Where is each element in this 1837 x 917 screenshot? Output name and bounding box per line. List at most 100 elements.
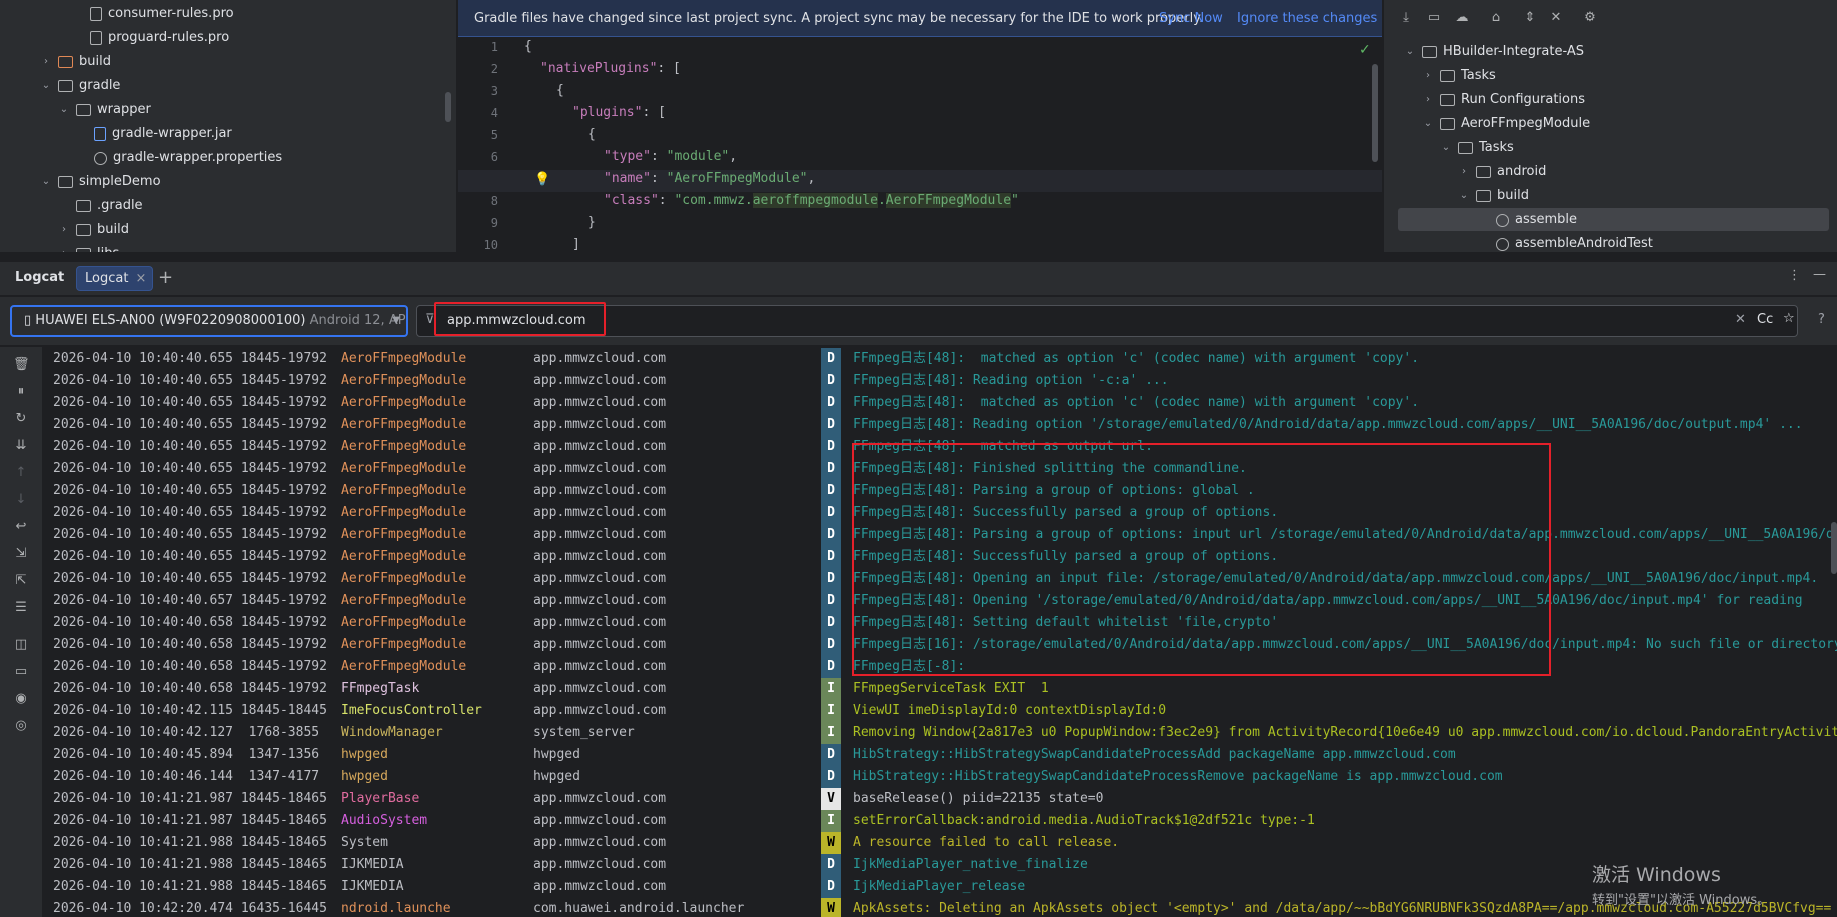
down-arrow-icon[interactable]: ↓ bbox=[13, 492, 29, 508]
lightbulb-icon[interactable]: 💡 bbox=[534, 172, 550, 188]
close-tab-icon[interactable]: × bbox=[136, 267, 147, 290]
log-row[interactable]: 2026-04-10 10:40:40.655 18445-19792 AeroF… bbox=[42, 370, 1832, 392]
tab-logcat[interactable]: Logcat × bbox=[76, 266, 154, 291]
gradle-tree-item[interactable]: ⌄ HBuilder-Integrate-AS bbox=[1404, 40, 1584, 64]
log-row[interactable]: 2026-04-10 10:40:40.655 18445-19792 AeroF… bbox=[42, 392, 1832, 414]
project-tree-item[interactable]: › build bbox=[40, 50, 111, 74]
chevron-down-icon[interactable]: ⌄ bbox=[1404, 40, 1416, 64]
screen-record-icon[interactable]: ◎ bbox=[13, 718, 29, 734]
gear-icon[interactable]: ⚙ bbox=[1582, 10, 1598, 26]
soft-wrap-icon[interactable]: ↩ bbox=[13, 519, 29, 535]
log-row[interactable]: 2026-04-10 10:41:21.987 18445-18465 Audio… bbox=[42, 810, 1832, 832]
gradle-tree-item[interactable]: assemble bbox=[1478, 208, 1577, 232]
add-tab-icon[interactable]: + bbox=[158, 267, 173, 288]
more-options-icon[interactable]: ⋮ bbox=[1788, 268, 1801, 283]
up-arrow-icon[interactable]: ↑ bbox=[13, 465, 29, 481]
import-icon[interactable]: ⇲ bbox=[13, 546, 29, 562]
chevron-right-icon[interactable]: › bbox=[1422, 64, 1434, 88]
log-level-badge: D bbox=[821, 854, 841, 876]
screenshot-icon[interactable]: ◉ bbox=[13, 691, 29, 707]
gradle-tree-item[interactable]: › Tasks bbox=[1422, 64, 1496, 88]
collapse-all-icon[interactable]: ✕ bbox=[1548, 10, 1564, 26]
log-row[interactable]: 2026-04-10 10:41:21.988 18445-18465 IJKME… bbox=[42, 876, 1832, 898]
help-icon[interactable]: ? bbox=[1818, 312, 1825, 327]
minimize-icon[interactable]: — bbox=[1813, 267, 1826, 282]
chevron-right-icon[interactable]: › bbox=[1422, 88, 1434, 112]
expand-all-icon[interactable]: ⇕ bbox=[1522, 10, 1538, 26]
editor-scrollbar[interactable] bbox=[1372, 64, 1378, 162]
project-tree-item[interactable]: › libs bbox=[58, 242, 119, 252]
project-tree-item[interactable]: consumer-rules.pro bbox=[72, 2, 234, 26]
log-level-badge: I bbox=[821, 700, 841, 722]
project-tree-item[interactable]: .gradle bbox=[58, 194, 143, 218]
export-icon[interactable]: ⇱ bbox=[13, 573, 29, 589]
log-row[interactable]: 2026-04-10 10:40:46.144 1347-4177 hwpged h… bbox=[42, 766, 1832, 788]
log-timestamp: 2026-04-10 10:40:40.655 18445-19792 bbox=[53, 417, 327, 432]
log-row[interactable]: 2026-04-10 10:42:20.474 16435-16445 ndroi… bbox=[42, 898, 1832, 917]
filter-highlight-box bbox=[434, 302, 606, 336]
chevron-down-icon[interactable]: ⌄ bbox=[1440, 136, 1452, 160]
log-row[interactable]: 2026-04-10 10:40:45.894 1347-1356 hwpged h… bbox=[42, 744, 1832, 766]
chevron-down-icon[interactable]: ⌄ bbox=[58, 98, 70, 122]
logcat-side-toolbar: 🗑 ⏸ ↻ ⇊ ↑ ↓ ↩ ⇲ ⇱ ☰ ◫ ▭ ◉ ◎ bbox=[0, 347, 42, 917]
project-tree-label: gradle-wrapper.properties bbox=[113, 150, 283, 165]
elephant-icon[interactable]: ⌂ bbox=[1488, 10, 1504, 26]
trash-icon[interactable]: 🗑 bbox=[13, 357, 30, 373]
clear-filter-icon[interactable]: ✕ bbox=[1735, 312, 1746, 327]
chevron-down-icon[interactable]: ⌄ bbox=[1422, 112, 1434, 136]
log-row[interactable]: 2026-04-10 10:40:40.655 18445-19792 AeroF… bbox=[42, 414, 1832, 436]
split-view-icon[interactable]: ◫ bbox=[13, 637, 29, 653]
gradle-tree-label: assemble bbox=[1515, 212, 1578, 227]
restart-icon[interactable]: ↻ bbox=[13, 411, 29, 427]
offline-icon[interactable]: ☁ bbox=[1454, 10, 1470, 26]
project-tree-item[interactable]: gradle-wrapper.jar bbox=[76, 122, 232, 146]
gradle-tree-item[interactable]: assembleAndroidTest bbox=[1478, 232, 1653, 252]
log-scrollbar[interactable] bbox=[1831, 522, 1837, 574]
gradle-tree-item[interactable]: › android bbox=[1458, 160, 1546, 184]
gradle-tree-item[interactable]: ⌄ AeroFFmpegModule bbox=[1422, 112, 1590, 136]
chevron-down-icon[interactable]: ⌄ bbox=[1458, 184, 1470, 208]
log-package: app.mmwzcloud.com bbox=[533, 659, 667, 674]
log-level-badge: W bbox=[821, 898, 841, 917]
project-tree-item[interactable]: gradle-wrapper.properties bbox=[76, 146, 282, 170]
scroll-to-end-icon[interactable]: ⇊ bbox=[13, 438, 29, 454]
project-tree-item[interactable]: › build bbox=[58, 218, 129, 242]
project-tree-item[interactable]: proguard-rules.pro bbox=[72, 26, 229, 50]
log-row[interactable]: 2026-04-10 10:40:40.655 18445-19792 AeroF… bbox=[42, 348, 1832, 370]
download-icon[interactable]: ⤓ bbox=[1398, 10, 1414, 26]
log-row[interactable]: 2026-04-10 10:41:21.987 18445-18465 Playe… bbox=[42, 788, 1832, 810]
log-row[interactable]: 2026-04-10 10:40:40.658 18445-19792 FFmpe… bbox=[42, 678, 1832, 700]
chevron-down-icon[interactable]: ⌄ bbox=[40, 170, 52, 194]
log-package: app.mmwzcloud.com bbox=[533, 593, 667, 608]
device-selector[interactable]: ▯ HUAWEI ELS-AN00 (W9F0220908000100) And… bbox=[10, 305, 408, 337]
window-icon[interactable]: ▭ bbox=[1426, 10, 1442, 26]
log-package: app.mmwzcloud.com bbox=[533, 571, 667, 586]
project-tree-scrollbar[interactable] bbox=[445, 92, 451, 122]
chevron-right-icon[interactable]: › bbox=[58, 242, 70, 252]
pause-icon[interactable]: ⏸ bbox=[13, 384, 29, 400]
log-timestamp: 2026-04-10 10:42:20.474 16435-16445 bbox=[53, 901, 327, 916]
gradle-tree-item[interactable]: ⌄ build bbox=[1458, 184, 1529, 208]
project-tree-item[interactable]: ⌄ gradle bbox=[40, 74, 121, 98]
log-row[interactable]: 2026-04-10 10:41:21.988 18445-18465 Syste… bbox=[42, 832, 1832, 854]
logcat-filter-input[interactable]: ⊽ app.mmwzcloud.com ✕ Cc ☆ bbox=[416, 305, 1798, 337]
gradle-tree-label: build bbox=[1497, 188, 1529, 203]
chevron-right-icon[interactable]: › bbox=[58, 218, 70, 242]
project-tree-item[interactable]: ⌄ simpleDemo bbox=[40, 170, 161, 194]
chevron-right-icon[interactable]: › bbox=[1458, 160, 1470, 184]
folder-icon[interactable]: ▭ bbox=[13, 664, 29, 680]
chevron-down-icon[interactable]: ⌄ bbox=[40, 74, 52, 98]
log-row[interactable]: 2026-04-10 10:40:42.115 18445-18445 ImeFo… bbox=[42, 700, 1832, 722]
ignore-changes-link[interactable]: Ignore these changes bbox=[1237, 11, 1377, 26]
gradle-tree-item[interactable]: › Run Configurations bbox=[1422, 88, 1585, 112]
log-row[interactable]: 2026-04-10 10:40:42.127 1768-3855 WindowM… bbox=[42, 722, 1837, 744]
log-tag: hwpged bbox=[341, 769, 388, 784]
log-row[interactable]: 2026-04-10 10:41:21.988 18445-18465 IJKME… bbox=[42, 854, 1832, 876]
settings-sliders-icon[interactable]: ☰ bbox=[13, 600, 29, 616]
project-tree-item[interactable]: ⌄ wrapper bbox=[58, 98, 151, 122]
sync-now-link[interactable]: Sync Now bbox=[1159, 11, 1223, 26]
match-case-button[interactable]: Cc bbox=[1757, 312, 1773, 327]
favorite-icon[interactable]: ☆ bbox=[1783, 311, 1795, 326]
chevron-right-icon[interactable]: › bbox=[40, 50, 52, 74]
gradle-tree-item[interactable]: ⌄ Tasks bbox=[1440, 136, 1514, 160]
